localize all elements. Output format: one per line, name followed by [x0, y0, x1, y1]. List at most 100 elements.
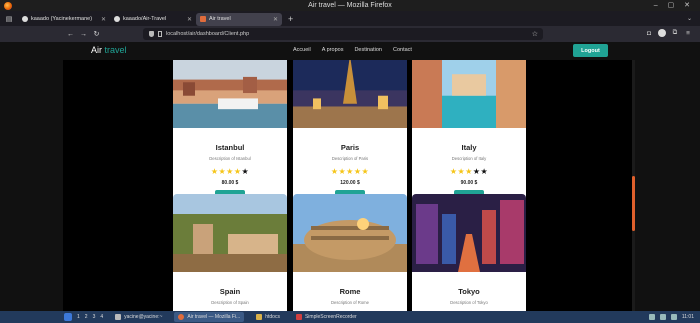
- system-tray: 11:01: [648, 314, 694, 320]
- extensions-icon[interactable]: ⧉: [671, 29, 679, 37]
- terminal-icon: [115, 314, 122, 320]
- star-empty-icon: ★: [480, 167, 489, 176]
- github-icon: [22, 16, 28, 22]
- github-icon: [114, 16, 120, 22]
- star-empty-icon: ★: [241, 167, 250, 176]
- recorder-icon: [295, 314, 302, 320]
- task-terminal[interactable]: yacine@yacine:~: [111, 312, 166, 322]
- tab-github-repo[interactable]: kaaado/Air-Travel ✕: [110, 13, 196, 26]
- destination-description: Description of Spain: [211, 300, 249, 305]
- destination-name: Rome: [339, 287, 361, 296]
- star-filled-icon: ★: [346, 167, 354, 176]
- rating-stars: ★★★★★: [173, 167, 287, 176]
- clock[interactable]: 11:01: [682, 314, 694, 320]
- chevron-down-icon[interactable]: ⌄: [687, 15, 692, 22]
- site-header: Air travel Accueil A propos Destination …: [63, 42, 635, 60]
- network-icon[interactable]: [648, 314, 655, 320]
- pocket-icon[interactable]: ◘: [645, 29, 653, 37]
- star-filled-icon: ★: [457, 167, 466, 176]
- italy-image: [412, 60, 526, 128]
- firefox-icon: [4, 2, 12, 10]
- reload-button[interactable]: ↻: [90, 30, 103, 38]
- battery-icon[interactable]: [670, 314, 677, 320]
- workspace-1[interactable]: 1: [77, 314, 80, 320]
- tab-air-travel[interactable]: Air travel ✕: [196, 12, 282, 26]
- destination-card: Tokyo Description of Tokyo ★★★★★: [412, 194, 526, 311]
- menu-icon[interactable]: ≡: [684, 29, 692, 37]
- destination-description: Description of Rome: [331, 300, 369, 305]
- destination-description: Description of Istanbul: [209, 156, 251, 161]
- site-nav: Accueil A propos Destination Contact: [293, 47, 412, 53]
- destination-name: Istanbul: [215, 143, 245, 152]
- istanbul-image: [173, 60, 287, 128]
- workspace-2[interactable]: 2: [85, 314, 88, 320]
- shield-icon[interactable]: [149, 31, 154, 37]
- task-firefox[interactable]: Air travel — Mozilla Fi...: [174, 312, 245, 322]
- back-button[interactable]: ←: [64, 31, 77, 38]
- tab-strip: ▤ kaaado (Yacinekermane) ✕ kaaado/Air-Tr…: [0, 11, 700, 26]
- scrollbar-thumb[interactable]: [632, 176, 635, 231]
- rating-stars: ★★★★★: [412, 167, 526, 176]
- workspace-3[interactable]: 3: [93, 314, 96, 320]
- destination-name: Tokyo: [458, 287, 480, 296]
- destination-name: Spain: [219, 287, 241, 296]
- star-filled-icon: ★: [361, 167, 370, 176]
- nav-link-accueil[interactable]: Accueil: [293, 47, 311, 53]
- tokyo-image: [412, 194, 526, 272]
- rome-image: [293, 194, 407, 272]
- close-tab-icon[interactable]: ✕: [97, 16, 106, 23]
- destination-card: Istanbul Description of Istanbul ★★★★★ 8…: [173, 60, 287, 213]
- task-screen-recorder[interactable]: SimpleScreenRecorder: [292, 312, 361, 322]
- tab-label: kaaado/Air-Travel: [123, 16, 167, 22]
- destination-name: Paris: [340, 143, 360, 152]
- destination-description: Description of Italy: [451, 156, 487, 161]
- new-tab-icon[interactable]: +: [288, 14, 293, 24]
- site-logo[interactable]: Air travel: [91, 45, 127, 55]
- nav-link-apropos[interactable]: A propos: [322, 47, 344, 53]
- tab-github-profile[interactable]: kaaado (Yacinekermane) ✕: [18, 13, 110, 26]
- rating-stars: ★★★★★: [293, 167, 407, 176]
- url-bar[interactable]: localhost/air/dashboard/Client.php ☆: [143, 28, 543, 40]
- volume-icon[interactable]: [659, 314, 666, 320]
- spain-image: [173, 194, 287, 272]
- forward-button[interactable]: →: [77, 31, 90, 38]
- paris-image: [293, 60, 407, 128]
- star-filled-icon: ★: [338, 167, 347, 176]
- workspace-switcher: 1 2 3 4: [77, 314, 103, 320]
- window-controls[interactable]: – ▢ ✕: [654, 0, 694, 11]
- window-title: Air travel — Mozilla Firefox: [308, 2, 392, 9]
- destination-price: 120.00 $: [340, 180, 360, 186]
- destination-price: 80.00 $: [221, 180, 239, 186]
- folder-icon: [256, 314, 263, 320]
- logout-button[interactable]: Logout: [573, 44, 608, 57]
- nav-link-destination[interactable]: Destination: [354, 47, 382, 53]
- star-filled-icon: ★: [226, 167, 234, 176]
- star-filled-icon: ★: [353, 167, 362, 176]
- close-tab-icon[interactable]: ✕: [183, 16, 192, 23]
- os-taskbar: 1 2 3 4 yacine@yacine:~ Air travel — Moz…: [0, 311, 700, 323]
- bookmark-star-icon[interactable]: ☆: [532, 30, 538, 38]
- destination-name: Italy: [461, 143, 477, 152]
- firefox-icon: [178, 314, 185, 320]
- destinations-grid: Istanbul Description of Istanbul ★★★★★ 8…: [63, 60, 635, 311]
- task-files[interactable]: htdocs: [252, 312, 284, 322]
- star-filled-icon: ★: [233, 167, 242, 176]
- account-icon[interactable]: [658, 29, 666, 37]
- workspace-4[interactable]: 4: [100, 314, 103, 320]
- tab-list-icon[interactable]: ▤: [0, 15, 18, 23]
- destination-description: Description of Paris: [331, 156, 369, 161]
- destination-description: Description of Tokyo: [450, 300, 488, 305]
- start-menu-icon[interactable]: [64, 313, 72, 321]
- nav-link-contact[interactable]: Contact: [393, 47, 412, 53]
- destination-price: 90.00 $: [460, 180, 478, 186]
- destination-card: Spain Description of Spain ★★★★★: [173, 194, 287, 311]
- star-filled-icon: ★: [465, 167, 473, 176]
- toolbar-icons: ◘ ⧉ ≡: [645, 29, 692, 37]
- page-icon[interactable]: [158, 31, 162, 37]
- tab-label: kaaado (Yacinekermane): [31, 16, 93, 22]
- close-tab-icon[interactable]: ✕: [269, 16, 278, 23]
- destination-card: Italy Description of Italy ★★★★★ 90.00 $…: [412, 60, 526, 213]
- star-filled-icon: ★: [218, 167, 227, 176]
- tab-label: Air travel: [209, 16, 231, 22]
- url-text[interactable]: localhost/air/dashboard/Client.php: [166, 31, 249, 37]
